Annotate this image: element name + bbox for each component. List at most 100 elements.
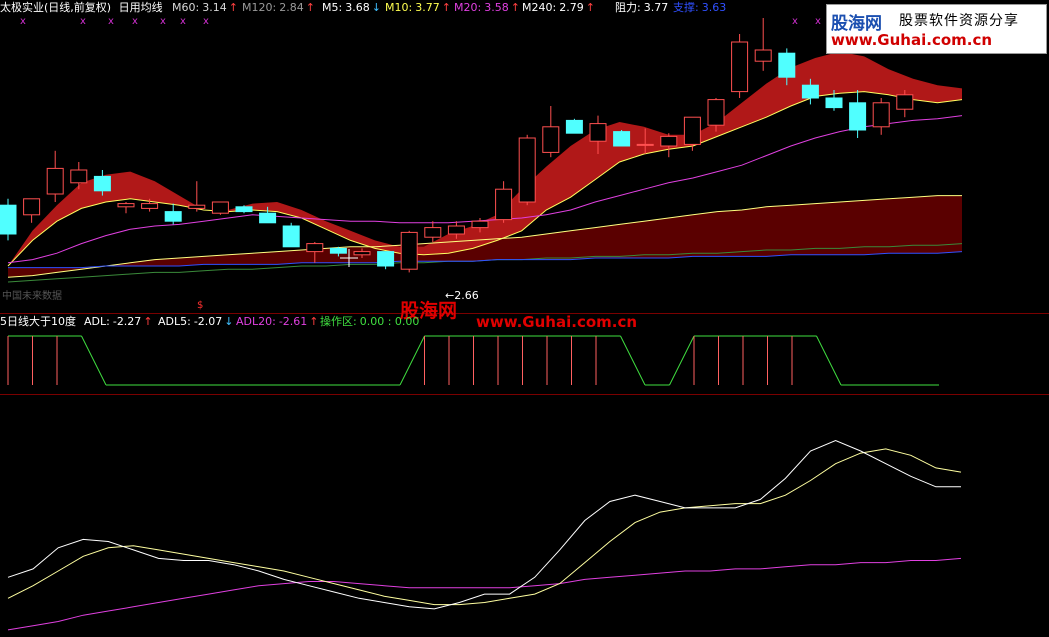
- candle-body[interactable]: [660, 135, 678, 147]
- candle-body[interactable]: [518, 137, 536, 203]
- ma-legend-label: M240:: [522, 1, 557, 14]
- logo-slogan: 股票软件资源分享: [899, 13, 1019, 29]
- adl-legend-label: ADL20:: [236, 315, 276, 328]
- ma-legend-item: M120: 2.84 ↑: [242, 1, 315, 15]
- zone-line-segment: [669, 335, 695, 386]
- candle-body[interactable]: [636, 143, 654, 146]
- ma-legend-label: M10:: [385, 1, 413, 14]
- ma-legend-value: 3.77: [415, 1, 440, 14]
- chart-title: 太极实业(日线,前复权) 日用均线: [0, 1, 163, 15]
- candle-body[interactable]: [211, 201, 229, 214]
- ma-legend-value: 2.79: [559, 1, 584, 14]
- candle-body[interactable]: [825, 97, 843, 109]
- signal-x-mark: x: [160, 16, 166, 27]
- ma-legend-label: 支撑:: [673, 1, 699, 14]
- ma-legend-label: M5:: [322, 1, 343, 14]
- ma-legend-arrow-icon: ↑: [305, 1, 315, 14]
- ma-legend-item: M10: 3.77 ↑: [385, 1, 451, 15]
- candle-body[interactable]: [613, 131, 631, 147]
- dollar-marker: $: [197, 300, 204, 311]
- adl-legend-item: 5日线大于10度: [0, 315, 81, 329]
- candle-body[interactable]: [259, 212, 277, 224]
- candle-body[interactable]: [46, 167, 64, 195]
- candle-body[interactable]: [471, 220, 489, 229]
- candle-body[interactable]: [164, 211, 182, 222]
- candle-body[interactable]: [70, 169, 88, 184]
- ma-legend-label: M60:: [172, 1, 200, 14]
- candle-body[interactable]: [306, 243, 324, 253]
- zone-line-segment: [620, 335, 646, 386]
- top-markers: xxxxxxxxx: [20, 16, 821, 27]
- ma-legend-value: 3.63: [701, 1, 727, 14]
- adl-legend-item: ADL5: -2.07 ↓: [158, 315, 234, 329]
- signal-x-mark: x: [80, 16, 86, 27]
- adl-lines: [7, 439, 962, 631]
- zone-line-segment: [399, 335, 425, 386]
- adl-line: [7, 439, 961, 610]
- candle-body[interactable]: [849, 102, 867, 131]
- ma-legend-arrow-icon: ↑: [585, 1, 595, 14]
- zone-line-segment: [81, 335, 107, 386]
- adl-legend-label: ADL5:: [158, 315, 191, 328]
- ma-legend-arrow-icon: ↑: [510, 1, 520, 14]
- candle-body[interactable]: [565, 119, 583, 134]
- ma-legend-value: 3.14: [202, 1, 227, 14]
- candle-body[interactable]: [896, 94, 914, 110]
- candle-body[interactable]: [683, 116, 701, 145]
- ma-legend-value: 3.58: [484, 1, 509, 14]
- ma-legend-label: 阻力:: [615, 1, 641, 14]
- adl-legend-arrow-icon: ↑: [309, 315, 319, 328]
- candle-body[interactable]: [23, 198, 41, 216]
- signal-x-mark: x: [792, 16, 798, 27]
- candle-body[interactable]: [731, 41, 749, 93]
- candle-body[interactable]: [778, 52, 796, 78]
- adl-legend-arrow-icon: ↑: [143, 315, 153, 328]
- ma-legend-item: M60: 3.14 ↑: [172, 1, 238, 15]
- signal-x-mark: x: [108, 16, 114, 27]
- candle-body[interactable]: [377, 251, 395, 267]
- logo-url: www.Guhai.com.cn: [831, 31, 993, 49]
- stock-title: 太极实业(日线,前复权): [0, 1, 112, 14]
- ma-legend-item: 阻力: 3.77: [615, 1, 670, 15]
- candle-body[interactable]: [495, 188, 513, 221]
- adl-legend-item: ADL20: -2.61 ↑: [236, 315, 319, 329]
- ma-legend-value: 3.77: [643, 1, 669, 14]
- candle-body[interactable]: [589, 123, 607, 142]
- ma-legend-item: 支撑: 3.63: [673, 1, 728, 15]
- adl-legend-arrow-icon: ↓: [224, 315, 234, 328]
- candle-body[interactable]: [400, 231, 418, 270]
- adl-legend-item: ADL: -2.27 ↑: [84, 315, 153, 329]
- ma-legend-arrow-icon: ↓: [371, 1, 381, 14]
- candle-body[interactable]: [235, 206, 253, 213]
- candle-body[interactable]: [424, 227, 442, 238]
- ma-legend-item: M5: 3.68 ↓: [322, 1, 381, 15]
- ma-legend-value: 2.84: [279, 1, 304, 14]
- candle-body[interactable]: [707, 99, 725, 126]
- ma-legend-label: M120:: [242, 1, 277, 14]
- adl-legend-label: 5日线大于10度: [0, 315, 76, 328]
- ma-legend-value: 3.68: [345, 1, 370, 14]
- adl5-line: [7, 448, 962, 606]
- candle-body[interactable]: [188, 204, 206, 209]
- adl-legend-value: -2.27: [112, 315, 142, 328]
- candle-body[interactable]: [872, 102, 890, 128]
- candle-body[interactable]: [117, 203, 135, 208]
- operation-zone-series: [7, 335, 939, 386]
- ma-legend-arrow-icon: ↑: [441, 1, 451, 14]
- candle-body[interactable]: [93, 175, 111, 192]
- ma-legend-arrow-icon: ↑: [228, 1, 238, 14]
- signal-x-mark: x: [20, 16, 26, 27]
- candle-body[interactable]: [801, 84, 819, 99]
- signal-x-mark: x: [132, 16, 138, 27]
- candle-body[interactable]: [353, 251, 371, 256]
- candle-body[interactable]: [542, 126, 560, 153]
- candle-body[interactable]: [754, 49, 772, 62]
- candle-body[interactable]: [329, 247, 347, 254]
- candle-body[interactable]: [141, 203, 159, 209]
- candle-body[interactable]: [447, 225, 465, 235]
- candle-body[interactable]: [282, 225, 300, 248]
- signal-x-mark: x: [815, 16, 821, 27]
- candle-body[interactable]: [0, 204, 17, 235]
- adl-legend-value: -2.61: [278, 315, 308, 328]
- guhai-logo: 股海网 股票软件资源分享 www.Guhai.com.cn: [826, 4, 1047, 54]
